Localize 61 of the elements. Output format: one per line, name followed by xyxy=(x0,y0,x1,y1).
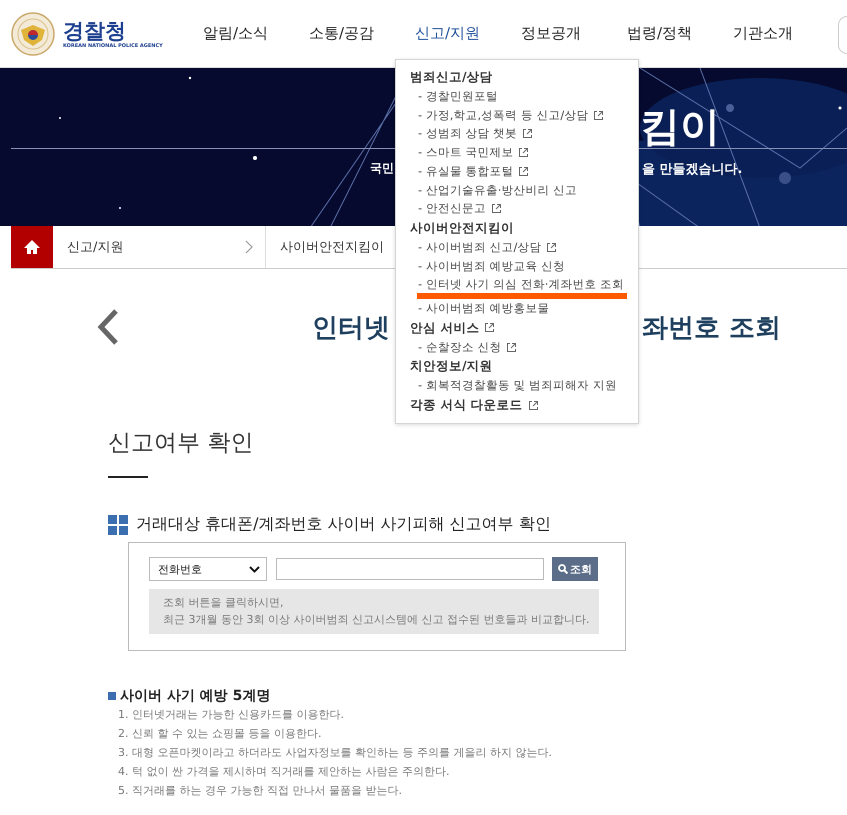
menu-item[interactable]: - 사이버범죄 예방홍보물 xyxy=(418,299,550,318)
menu-group-title[interactable]: 치안정보/지원 xyxy=(410,356,493,376)
home-button[interactable] xyxy=(11,226,53,268)
nav-item[interactable]: 법령/정책 xyxy=(627,24,733,43)
menu-item[interactable]: - 유실물 통합포털 xyxy=(418,162,514,181)
menu-item[interactable]: - 가정,학교,성폭력 등 신고/상담 xyxy=(418,106,588,124)
check-title: 거래대상 휴대폰/계좌번호 사이버 사기피해 신고여부 확인 xyxy=(136,514,551,535)
banner-subtitle: 을 만들겠습니다. xyxy=(642,161,742,178)
menu-item[interactable]: - 산업기술유출·방산비리 신고 xyxy=(418,180,578,200)
menu-item[interactable]: - 순찰장소 신청 xyxy=(418,338,502,356)
chevron-right-icon xyxy=(245,240,253,254)
search-button[interactable]: 조회 xyxy=(552,557,598,581)
menu-item[interactable]: - 사이버범죄 신고/상담 xyxy=(418,238,542,257)
external-link-icon xyxy=(518,166,530,177)
home-icon xyxy=(23,239,41,255)
square-bullet-icon xyxy=(108,692,116,700)
external-link-icon xyxy=(484,322,496,334)
tip-item: 5. 직거래를 하는 경우 가능한 직접 만나서 물품을 받는다. xyxy=(118,783,403,799)
menu-group-title[interactable]: 범죄신고/상담 xyxy=(410,67,493,87)
nav-item[interactable]: 신고/지원 xyxy=(415,24,521,43)
number-input-field[interactable] xyxy=(276,558,544,580)
nav-item[interactable]: 알림/소식 xyxy=(203,24,309,43)
chevron-down-icon xyxy=(249,566,260,572)
external-link-icon xyxy=(522,128,534,140)
menu-item[interactable]: - 인터넷 사기 의심 전화·계좌번호 조회 xyxy=(418,275,624,294)
menu-item[interactable]: - 사이버범죄 예방교육 신청 xyxy=(418,256,566,276)
breadcrumb-item[interactable]: 신고/지원 xyxy=(67,238,124,256)
menu-item[interactable]: - 회복적경찰활동 및 범죄피해자 지원 xyxy=(418,376,617,396)
section-title: 신고여부 확인 xyxy=(108,429,254,458)
page-title: 인터넷 xyxy=(312,312,390,344)
grid-icon xyxy=(108,514,128,534)
tips-title: 사이버 사기 예방 5계명 xyxy=(120,687,270,705)
tip-item: 4. 턱 없이 싼 가격을 제시하며 직거래를 제안하는 사람은 주의한다. xyxy=(118,764,450,780)
logo-name[interactable]: 경찰청 xyxy=(63,18,163,42)
external-link-icon xyxy=(518,146,530,158)
info-text: 조회 버튼을 클릭하시면, xyxy=(163,595,284,611)
nav-item[interactable]: 기관소개 xyxy=(733,24,793,43)
external-link-icon xyxy=(546,242,558,253)
external-link-icon xyxy=(490,203,502,214)
menu-group-title[interactable]: 각종 서식 다운로드 xyxy=(410,395,523,416)
menu-item[interactable]: - 경찰민원포털 xyxy=(418,87,498,106)
emblem-icon xyxy=(11,12,55,56)
menu-group-title[interactable]: 사이버안전지킴이 xyxy=(410,218,514,238)
menu-group-title[interactable]: 안심 서비스 xyxy=(410,318,480,338)
breadcrumb-item[interactable]: 사이버안전지킴이 xyxy=(280,238,384,256)
menu-item[interactable]: - 스마트 국민제보 xyxy=(418,143,514,162)
external-link-icon xyxy=(593,110,604,121)
menu-item[interactable]: - 안전신문고 xyxy=(418,199,486,218)
page-title: 좌번호 조회 xyxy=(642,312,782,344)
banner-title: 킴이 xyxy=(640,104,720,150)
search-icon xyxy=(558,564,568,574)
external-link-icon xyxy=(528,400,539,411)
tip-item: 2. 신뢰 할 수 있는 쇼핑몰 등을 이용한다. xyxy=(118,726,322,742)
banner-subtitle: 국민 xyxy=(370,160,394,177)
tip-item: 1. 인터넷거래는 가능한 신용카드를 이용한다. xyxy=(118,707,345,723)
nav-item[interactable]: 정보공개 xyxy=(521,24,627,43)
nav-item[interactable]: 소통/공감 xyxy=(309,24,415,43)
external-link-icon xyxy=(506,342,518,353)
type-dropdown[interactable]: 전화번호 xyxy=(149,557,267,581)
tip-item: 3. 대형 오픈마켓이라고 하더라도 사업자정보를 확인하는 등 주의를 게을리 하지 않는다. xyxy=(118,745,553,761)
menu-item[interactable]: - 성범죄 상담 챗봇 xyxy=(418,124,518,144)
